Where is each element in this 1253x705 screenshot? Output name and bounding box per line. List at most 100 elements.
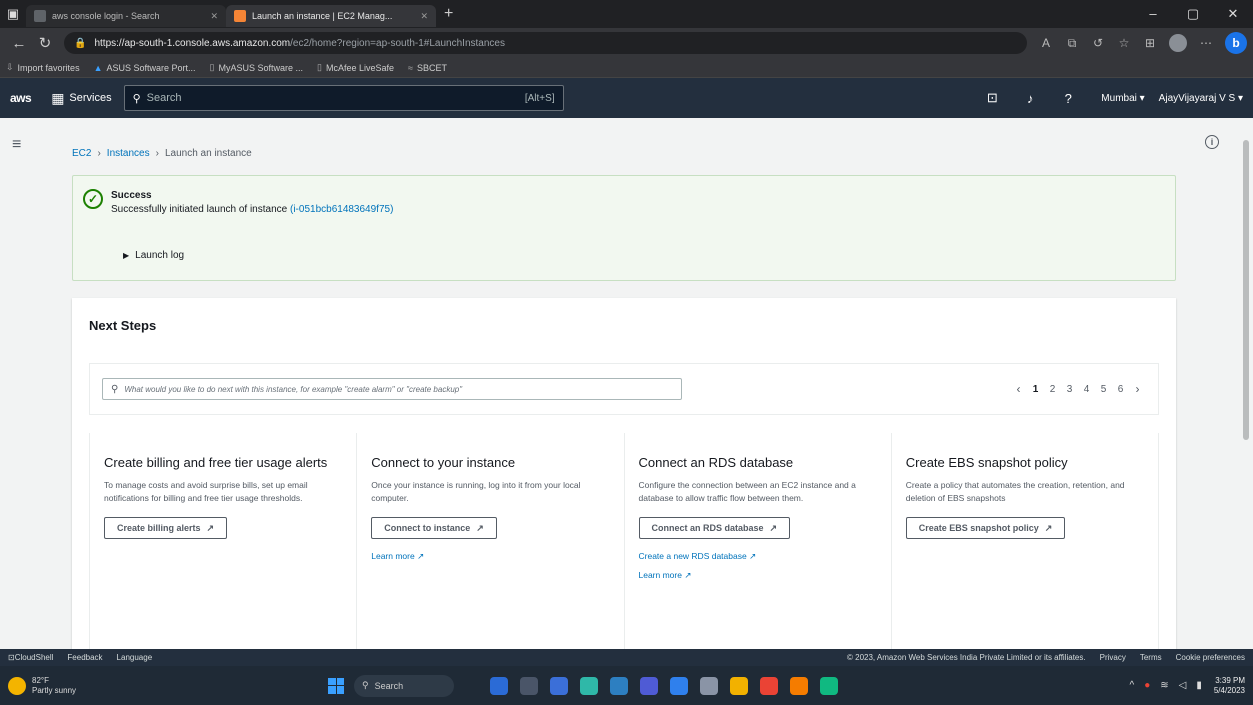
- page-3[interactable]: 3: [1061, 384, 1078, 395]
- privacy-link[interactable]: Privacy: [1100, 653, 1126, 662]
- taskbar-app-icon[interactable]: [550, 676, 568, 695]
- browser-address-bar: ← ↻ 🔒 https://ap-south-1.console.aws.ama…: [0, 28, 1253, 58]
- feedback-link[interactable]: Feedback: [67, 653, 102, 662]
- reload-icon[interactable]: ↻: [32, 34, 58, 52]
- create-rds-database-link[interactable]: Create a new RDS database ↗: [639, 551, 877, 562]
- create-ebs-snapshot-policy-button[interactable]: Create EBS snapshot policy ↗: [905, 517, 1066, 539]
- instance-id-link[interactable]: (i-051bcb61483649f75): [290, 204, 393, 215]
- breadcrumb-instances[interactable]: Instances: [107, 148, 150, 159]
- external-link-icon: ↗: [476, 522, 484, 533]
- create-billing-alerts-button[interactable]: Create billing alerts ↗: [104, 517, 228, 539]
- menu-icon[interactable]: ≡: [12, 136, 21, 154]
- notifications-bell-icon[interactable]: ♪: [1011, 91, 1049, 106]
- battery-icon[interactable]: ▮: [1196, 680, 1202, 691]
- breadcrumb-ec2[interactable]: EC2: [72, 148, 91, 159]
- taskbar-app-icon[interactable]: [490, 676, 508, 695]
- bookmark-label: Import favorites: [17, 62, 80, 73]
- app-tray-icon[interactable]: ●: [1144, 680, 1150, 691]
- prev-page-icon[interactable]: ‹: [1010, 382, 1027, 396]
- weather-text: 82°F Partly sunny: [32, 676, 76, 696]
- bookmark-myasus[interactable]: ▯ MyASUS Software ...: [210, 62, 303, 73]
- page-1[interactable]: 1: [1027, 384, 1044, 395]
- grid-icon: ▦: [51, 89, 65, 106]
- taskbar-app-icon[interactable]: [730, 676, 748, 695]
- read-aloud-icon[interactable]: A: [1033, 36, 1059, 50]
- card-description: To manage costs and avoid surprise bills…: [104, 480, 308, 503]
- url-field[interactable]: 🔒 https://ap-south-1.console.aws.amazon.…: [64, 32, 1027, 54]
- learn-more-link[interactable]: Learn more ↗: [639, 570, 877, 581]
- help-icon[interactable]: ?: [1049, 91, 1087, 106]
- taskbar-app-icon[interactable]: [640, 676, 658, 695]
- search-placeholder: Search: [146, 92, 182, 104]
- system-clock[interactable]: 3:39 PM 5/4/2023: [1214, 676, 1245, 696]
- alert-title: Success: [111, 190, 152, 201]
- bookmark-asus-portal[interactable]: ▲ ASUS Software Port...: [94, 63, 196, 73]
- taskbar-app-icon[interactable]: [760, 676, 778, 695]
- card-connect-instance: Connect to your instance Once your insta…: [357, 433, 625, 649]
- taskbar-app-icon[interactable]: [580, 676, 598, 695]
- taskbar-app-icon[interactable]: [610, 676, 628, 695]
- profile-avatar[interactable]: [1169, 34, 1187, 52]
- next-page-icon[interactable]: ›: [1129, 382, 1146, 396]
- browser-tab-search[interactable]: aws console login - Search ✕: [26, 5, 226, 27]
- connect-to-instance-button[interactable]: Connect to instance ↗: [371, 517, 497, 539]
- success-alert: ✓ Success Successfully initiated launch …: [72, 175, 1176, 281]
- info-icon[interactable]: i: [1205, 135, 1219, 149]
- external-link-icon: ↗: [1044, 522, 1053, 533]
- connect-rds-database-button[interactable]: Connect an RDS database ↗: [638, 517, 791, 539]
- taskbar-app-icon[interactable]: [670, 676, 688, 695]
- weather-condition: Partly sunny: [32, 685, 77, 695]
- new-tab-button[interactable]: +: [444, 5, 453, 23]
- refresh-ext-icon[interactable]: ↺: [1085, 36, 1111, 50]
- weather-widget[interactable]: 82°F Partly sunny: [8, 676, 328, 696]
- cookie-preferences-link[interactable]: Cookie preferences: [1176, 653, 1245, 662]
- taskbar-search[interactable]: ⚲ Search: [354, 674, 454, 697]
- extension-icon[interactable]: ⧉: [1059, 36, 1085, 51]
- bing-icon[interactable]: b: [1225, 32, 1247, 54]
- volume-icon[interactable]: ◁: [1179, 680, 1187, 691]
- scrollbar-thumb[interactable]: [1243, 140, 1249, 440]
- copyright-text: © 2023, Amazon Web Services India Privat…: [847, 653, 1086, 662]
- windows-start-icon[interactable]: [328, 677, 344, 694]
- next-steps-filter-input[interactable]: ⚲ What would you like to do next with th…: [102, 378, 682, 400]
- aws-logo[interactable]: aws: [10, 91, 32, 105]
- taskbar-search-label: Search: [374, 680, 404, 691]
- close-tab-icon[interactable]: ✕: [420, 11, 428, 22]
- bookmark-import-favorites[interactable]: ⇩ Import favorites: [6, 62, 80, 73]
- maximize-icon[interactable]: ▢: [1173, 6, 1213, 22]
- close-window-icon[interactable]: ✕: [1213, 6, 1253, 22]
- account-menu[interactable]: AjayVijayaraj V S ▾: [1159, 93, 1243, 104]
- aws-search-input[interactable]: ⚲ Search [Alt+S]: [123, 85, 564, 111]
- page-4[interactable]: 4: [1078, 384, 1095, 395]
- more-icon[interactable]: ⋯: [1193, 36, 1219, 50]
- cloudshell-icon[interactable]: ⊡: [973, 90, 1011, 106]
- taskbar-app-icon[interactable]: [520, 676, 538, 695]
- chevron-up-icon[interactable]: ^: [1130, 680, 1135, 691]
- wifi-icon[interactable]: ≋: [1160, 680, 1168, 691]
- services-button[interactable]: ▦ Services: [51, 90, 111, 107]
- favorites-icon[interactable]: ☆: [1111, 36, 1137, 50]
- launch-log-toggle[interactable]: ▶ Launch log: [123, 250, 184, 261]
- collections-icon[interactable]: ⊞: [1137, 36, 1163, 50]
- cloudshell-link[interactable]: ⊡ CloudShell: [8, 653, 53, 662]
- browser-tab-ec2[interactable]: Launch an instance | EC2 Manag... ✕: [226, 5, 436, 27]
- taskbar-app-icon[interactable]: [700, 676, 718, 695]
- terms-link[interactable]: Terms: [1140, 653, 1162, 662]
- region-selector[interactable]: Mumbai ▾: [1101, 93, 1144, 104]
- bookmark-sbcet[interactable]: ≈ SBCET: [408, 63, 447, 73]
- minimize-icon[interactable]: –: [1133, 6, 1173, 22]
- bookmark-label: McAfee LiveSafe: [325, 62, 395, 73]
- page-6[interactable]: 6: [1112, 384, 1129, 395]
- language-link[interactable]: Language: [117, 653, 153, 662]
- page-2[interactable]: 2: [1044, 384, 1061, 395]
- close-tab-icon[interactable]: ✕: [210, 11, 218, 22]
- card-title: Create billing and free tier usage alert…: [104, 455, 328, 470]
- learn-more-link[interactable]: Learn more ↗: [371, 551, 609, 562]
- page-icon: ▯: [209, 62, 215, 72]
- page-5[interactable]: 5: [1095, 384, 1112, 395]
- taskbar-app-icon[interactable]: [790, 676, 808, 695]
- bookmark-mcafee[interactable]: ▯ McAfee LiveSafe: [317, 62, 394, 73]
- tab-actions-icon[interactable]: ▣: [0, 0, 26, 28]
- taskbar-app-icon[interactable]: [820, 676, 838, 695]
- back-icon[interactable]: ←: [6, 35, 32, 52]
